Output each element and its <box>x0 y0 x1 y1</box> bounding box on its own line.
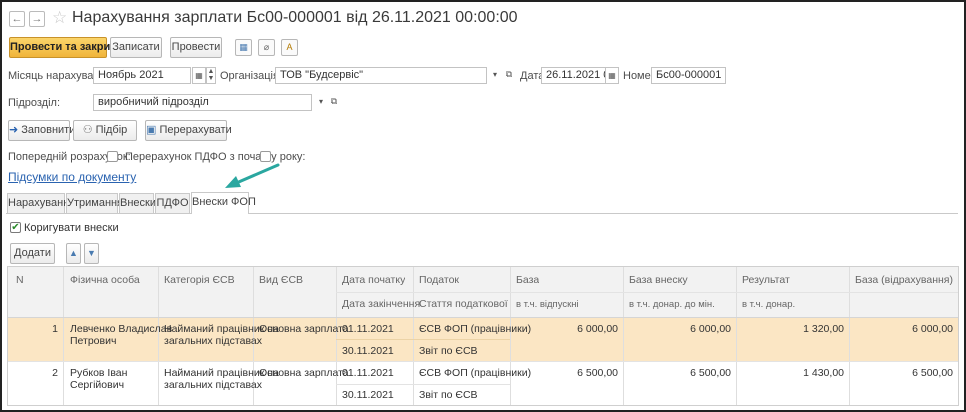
add-button[interactable]: Додати <box>10 243 55 264</box>
col-base-deduction[interactable]: База (відрахування) <box>855 274 953 286</box>
pdfo-checkbox[interactable] <box>260 151 271 162</box>
row-number: 2 <box>52 367 58 379</box>
date-field[interactable]: 26.11.2021 00:0 <box>541 67 606 84</box>
col-tax[interactable]: Податок <box>419 274 459 286</box>
col-category[interactable]: Категорія ЄСВ <box>164 274 235 286</box>
row-result[interactable]: 1 430,00 <box>742 367 844 379</box>
open-link-icon[interactable]: ⧉ <box>327 94 341 111</box>
row-base-deduction[interactable]: 6 000,00 <box>855 323 953 335</box>
row-base[interactable]: 6 500,00 <box>516 367 618 379</box>
adjust-label: Коригувати внески <box>24 222 119 234</box>
row-category-cont[interactable]: загальних підставах <box>164 379 262 391</box>
row-tax[interactable]: ЄСВ ФОП (працівники) <box>419 323 531 335</box>
star-icon[interactable]: ☆ <box>52 9 67 26</box>
tab-contributions[interactable]: Внески <box>119 193 156 213</box>
arrow-down-icon: ▼ <box>87 248 96 258</box>
col-person[interactable]: Фізична особа <box>70 274 140 286</box>
people-icon: ⚇ <box>82 124 93 136</box>
attachment-icon[interactable]: ⌀ <box>258 39 275 56</box>
tab-pdfo[interactable]: ПДФО <box>155 193 190 213</box>
col-result-sub[interactable]: в т.ч. донар. <box>742 299 795 310</box>
calendar-icon[interactable]: ▦ <box>192 67 206 84</box>
text-format-icon[interactable]: A <box>281 39 298 56</box>
tab-bar-line <box>6 213 958 214</box>
tab-fop-contributions[interactable]: Внески ФОП <box>191 192 256 214</box>
col-base-contribution[interactable]: База внеску <box>629 274 688 286</box>
row-category-cont[interactable]: загальних підставах <box>164 335 262 347</box>
dropdown-icon[interactable]: ▾ <box>314 94 328 111</box>
fill-arrow-icon: ➜ <box>9 124 19 136</box>
row-tax-article[interactable]: Звіт по ЄСВ <box>419 389 478 401</box>
back-button[interactable]: ← <box>9 11 25 27</box>
page-title: Нарахування зарплати Бс00-000001 від 26.… <box>72 9 518 26</box>
org-label: Організація: <box>220 70 282 82</box>
row-person-cont[interactable]: Петрович <box>70 335 116 347</box>
month-field[interactable]: Ноябрь 2021 <box>93 67 191 84</box>
col-base-contribution-sub[interactable]: в т.ч. донар. до мін. <box>629 299 715 310</box>
row-date-start[interactable]: 01.11.2021 <box>342 323 394 335</box>
row-date-start[interactable]: 01.11.2021 <box>342 367 394 379</box>
org-field[interactable]: ТОВ "Будсервіс" <box>275 67 487 84</box>
recalculate-icon: ▣ <box>146 124 157 136</box>
spin-icon[interactable]: ▲ ▼ <box>206 67 216 84</box>
row-person-cont[interactable]: Сергійович <box>70 379 124 391</box>
row-person[interactable]: Рубков Іван <box>70 367 127 379</box>
arrow-right-icon: → <box>31 13 43 25</box>
recalculate-label: Перерахувати <box>159 124 232 136</box>
post-button[interactable]: Провести <box>170 37 222 58</box>
adjust-checkbox[interactable]: ✔ <box>10 222 21 233</box>
row-result[interactable]: 1 320,00 <box>742 323 844 335</box>
save-button[interactable]: Записати <box>110 37 162 58</box>
row-kind[interactable]: Основна зарплата <box>259 323 349 335</box>
post-and-close-button[interactable]: Провести та закрити <box>9 37 122 58</box>
open-link-icon[interactable]: ⧉ <box>502 67 516 84</box>
select-label: Підбір <box>95 124 128 136</box>
col-kind[interactable]: Вид ЄСВ <box>259 274 303 286</box>
col-date-end[interactable]: Дата закінчення <box>342 298 420 310</box>
recalculate-button[interactable]: ▣ Перерахувати <box>145 120 232 141</box>
forward-button[interactable]: → <box>29 11 45 27</box>
fill-button[interactable]: ➜ Заповнити <box>8 120 75 141</box>
row-number: 1 <box>52 323 58 335</box>
calendar-icon[interactable]: ▦ <box>605 67 619 84</box>
row-tax-article[interactable]: Звіт по ЄСВ <box>419 345 478 357</box>
col-tax-article[interactable]: Стаття податкової <box>419 298 508 310</box>
tab-accruals[interactable]: Нарахування <box>7 193 75 213</box>
tab-deductions[interactable]: Утримання <box>66 193 123 213</box>
row-tax[interactable]: ЄСВ ФОП (працівники) <box>419 367 531 379</box>
summary-link[interactable]: Підсумки по документу <box>8 170 136 184</box>
row-base-contribution[interactable]: 6 500,00 <box>629 367 731 379</box>
col-date-start[interactable]: Дата початку <box>342 274 405 286</box>
move-up-button[interactable]: ▲ <box>66 243 81 264</box>
row-person[interactable]: Левченко Владислав <box>70 323 172 335</box>
col-result[interactable]: Результат <box>742 274 790 286</box>
dept-label: Підрозділ: <box>8 97 61 109</box>
prelim-checkbox[interactable] <box>107 151 118 162</box>
arrow-up-icon: ▲ <box>69 248 78 258</box>
row-base[interactable]: 6 000,00 <box>516 323 618 335</box>
fill-label: Заповнити <box>21 124 76 136</box>
row-date-end[interactable]: 30.11.2021 <box>342 389 394 401</box>
row-kind[interactable]: Основна зарплата <box>259 367 349 379</box>
pointer-arrow-icon <box>225 163 280 188</box>
row-date-end[interactable]: 30.11.2021 <box>342 345 394 357</box>
row-base-contribution[interactable]: 6 000,00 <box>629 323 731 335</box>
select-button[interactable]: ⚇ Підбір <box>73 120 137 141</box>
dropdown-icon[interactable]: ▾ <box>488 67 502 84</box>
move-down-button[interactable]: ▼ <box>84 243 99 264</box>
col-base-vacation[interactable]: в т.ч. відпускні <box>516 299 579 310</box>
arrow-left-icon: ← <box>11 13 23 25</box>
dept-field[interactable]: виробничий підрозділ <box>93 94 312 111</box>
col-base[interactable]: База <box>516 274 539 286</box>
col-n[interactable]: N <box>16 274 24 286</box>
number-field[interactable]: Бс00-000001 <box>651 67 726 84</box>
row-base-deduction[interactable]: 6 500,00 <box>855 367 953 379</box>
contributions-table: N Фізична особа Категорія ЄСВ Вид ЄСВ Да… <box>7 266 959 406</box>
structure-icon[interactable]: ▦ <box>235 39 252 56</box>
